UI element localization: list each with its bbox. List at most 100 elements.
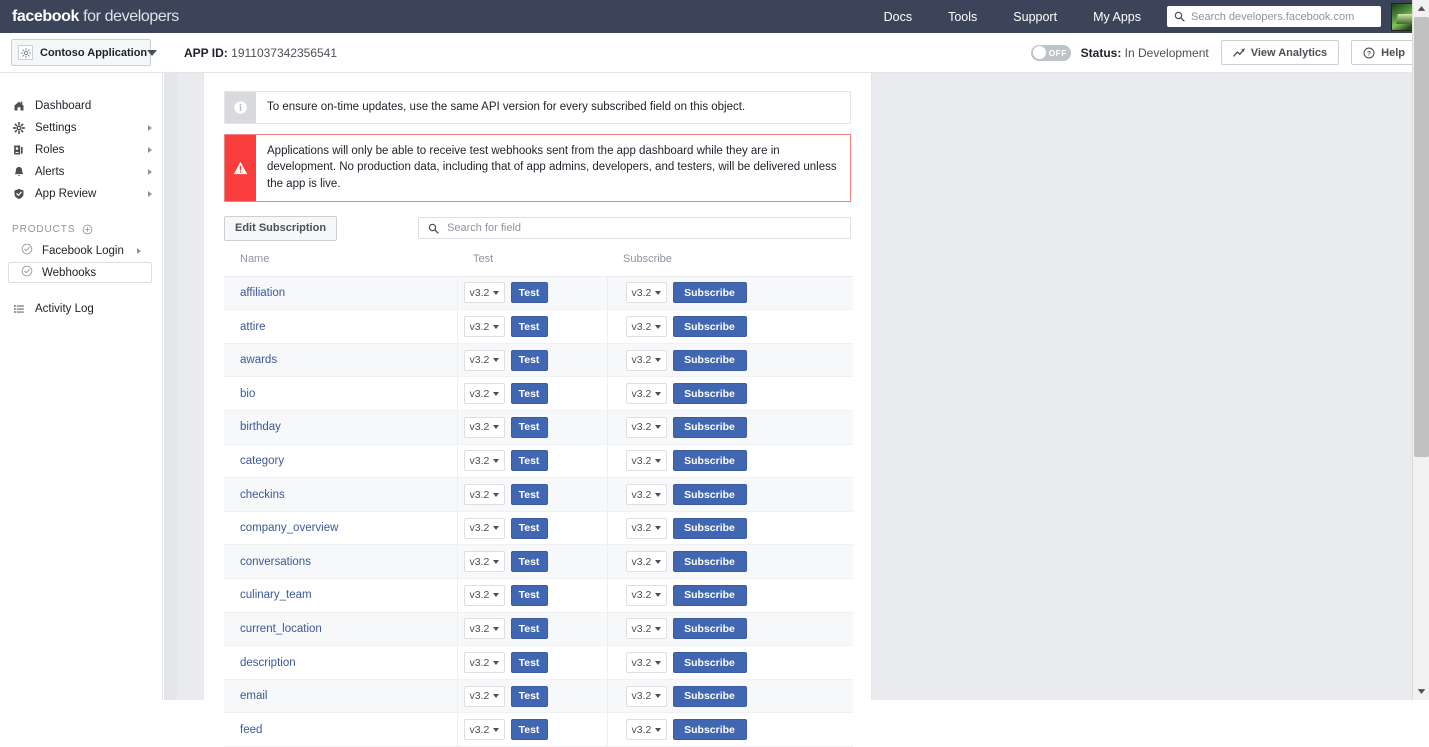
test-version-select[interactable]: v3.2 <box>463 618 505 640</box>
subscribe-button-label: Subscribe <box>684 622 735 635</box>
test-version-select[interactable]: v3.2 <box>463 551 505 573</box>
subscribe-version-select[interactable]: v3.2 <box>625 349 667 371</box>
test-version-select[interactable]: v3.2 <box>463 584 505 606</box>
subscribe-version-select[interactable]: v3.2 <box>625 282 667 304</box>
subscribe-button[interactable]: Subscribe <box>672 685 747 707</box>
search-icon <box>1174 11 1185 22</box>
field-name-cell[interactable]: bio <box>224 376 458 412</box>
test-button[interactable]: Test <box>510 551 548 573</box>
test-version-select[interactable]: v3.2 <box>463 282 505 304</box>
test-button[interactable]: Test <box>510 652 548 674</box>
subscribe-button[interactable]: Subscribe <box>672 517 747 539</box>
field-name-cell[interactable]: current_location <box>224 612 458 647</box>
field-name-cell[interactable]: birthday <box>224 410 458 445</box>
sidebar-item-app-review[interactable]: App Review <box>0 183 162 204</box>
nav-link-docs[interactable]: Docs <box>866 10 930 24</box>
field-name-cell[interactable]: feed <box>224 712 458 747</box>
subscribe-button[interactable]: Subscribe <box>672 282 747 304</box>
field-name-cell[interactable]: culinary_team <box>224 578 458 613</box>
app-live-toggle[interactable]: OFF <box>1030 44 1071 61</box>
field-name-cell[interactable]: conversations <box>224 544 458 580</box>
edit-subscription-button[interactable]: Edit Subscription <box>224 215 338 241</box>
subscribe-button[interactable]: Subscribe <box>672 450 747 472</box>
test-version-select[interactable]: v3.2 <box>463 316 505 338</box>
sidebar-item-webhooks[interactable]: Webhooks <box>8 262 152 283</box>
subscribe-version-select[interactable]: v3.2 <box>625 517 667 539</box>
subscribe-version-select[interactable]: v3.2 <box>625 484 667 506</box>
subscribe-version-select[interactable]: v3.2 <box>625 450 667 472</box>
app-selector-dropdown[interactable]: Contoso Application <box>11 39 158 66</box>
subscribe-button[interactable]: Subscribe <box>672 349 747 371</box>
test-version-select[interactable]: v3.2 <box>463 685 505 707</box>
test-version-select[interactable]: v3.2 <box>463 652 505 674</box>
field-name-cell[interactable]: checkins <box>224 477 458 512</box>
plus-circle-icon[interactable] <box>82 224 93 235</box>
browser-scrollbar-thumb[interactable] <box>1414 17 1429 457</box>
test-version-select[interactable]: v3.2 <box>463 517 505 539</box>
subscribe-button[interactable]: Subscribe <box>672 584 747 606</box>
test-button[interactable]: Test <box>510 484 548 506</box>
field-name-cell[interactable]: category <box>224 444 458 479</box>
field-name-cell[interactable]: affiliation <box>224 276 458 311</box>
subscribe-button[interactable]: Subscribe <box>672 416 747 438</box>
subscribe-button[interactable]: Subscribe <box>672 383 747 405</box>
subscribe-version-select[interactable]: v3.2 <box>625 652 667 674</box>
content-scrollbar[interactable] <box>164 73 177 700</box>
test-button[interactable]: Test <box>510 618 548 640</box>
facebook-developers-logo[interactable]: facebook for developers <box>12 8 179 26</box>
test-button[interactable]: Test <box>510 719 548 741</box>
test-button[interactable]: Test <box>510 517 548 539</box>
nav-link-support[interactable]: Support <box>995 10 1075 24</box>
subscribe-button[interactable]: Subscribe <box>672 719 747 741</box>
field-name-cell[interactable]: awards <box>224 343 458 378</box>
field-name-cell[interactable]: email <box>224 679 458 714</box>
global-search-input[interactable]: Search developers.facebook.com <box>1167 6 1381 27</box>
help-button[interactable]: ? Help <box>1351 40 1417 65</box>
subscribe-version-select[interactable]: v3.2 <box>625 719 667 741</box>
sidebar-item-settings[interactable]: Settings <box>0 117 162 138</box>
sidebar-item-activity-log[interactable]: Activity Log <box>0 298 162 319</box>
subscribe-version-select[interactable]: v3.2 <box>625 584 667 606</box>
field-search-input[interactable]: Search for field <box>418 217 851 240</box>
test-version-select[interactable]: v3.2 <box>463 719 505 741</box>
test-button[interactable]: Test <box>510 584 548 606</box>
sidebar-item-dashboard[interactable]: Dashboard <box>0 95 162 116</box>
field-name-cell[interactable]: company_overview <box>224 511 458 546</box>
sidebar-item-facebook-login[interactable]: Facebook Login <box>8 240 152 261</box>
test-button[interactable]: Test <box>510 383 548 405</box>
subscribe-button[interactable]: Subscribe <box>672 551 747 573</box>
test-version-select[interactable]: v3.2 <box>463 416 505 438</box>
subscribe-version-select[interactable]: v3.2 <box>625 316 667 338</box>
subscribe-button[interactable]: Subscribe <box>672 652 747 674</box>
test-button[interactable]: Test <box>510 316 548 338</box>
test-version-select[interactable]: v3.2 <box>463 383 505 405</box>
test-button[interactable]: Test <box>510 282 548 304</box>
view-analytics-button[interactable]: View Analytics <box>1220 40 1340 65</box>
nav-link-tools[interactable]: Tools <box>930 10 995 24</box>
subscribe-version-select[interactable]: v3.2 <box>625 685 667 707</box>
browser-scrollbar[interactable] <box>1412 0 1429 700</box>
subscribe-version-select[interactable]: v3.2 <box>625 416 667 438</box>
subscribe-button[interactable]: Subscribe <box>672 316 747 338</box>
subscribe-cell: v3.2 Subscribe <box>606 511 853 546</box>
subscribe-button[interactable]: Subscribe <box>672 618 747 640</box>
sidebar-item-roles[interactable]: Roles <box>0 139 162 160</box>
scroll-up-arrow-icon[interactable] <box>1413 0 1429 17</box>
subscribe-version-select[interactable]: v3.2 <box>625 383 667 405</box>
subscribe-button[interactable]: Subscribe <box>672 484 747 506</box>
test-button[interactable]: Test <box>510 349 548 371</box>
nav-link-my-apps[interactable]: My Apps <box>1075 10 1159 24</box>
test-version-select[interactable]: v3.2 <box>463 450 505 472</box>
field-name-cell[interactable]: description <box>224 645 458 680</box>
test-button[interactable]: Test <box>510 685 548 707</box>
test-version-select[interactable]: v3.2 <box>463 349 505 371</box>
sidebar-item-alerts[interactable]: Alerts <box>0 161 162 182</box>
field-name-cell[interactable]: attire <box>224 309 458 344</box>
subscribe-version-select[interactable]: v3.2 <box>625 551 667 573</box>
scroll-down-arrow-icon[interactable] <box>1413 683 1429 700</box>
test-version-select[interactable]: v3.2 <box>463 484 505 506</box>
content-scrollbar-thumb[interactable] <box>164 73 177 700</box>
test-button[interactable]: Test <box>510 416 548 438</box>
subscribe-version-select[interactable]: v3.2 <box>625 618 667 640</box>
test-button[interactable]: Test <box>510 450 548 472</box>
